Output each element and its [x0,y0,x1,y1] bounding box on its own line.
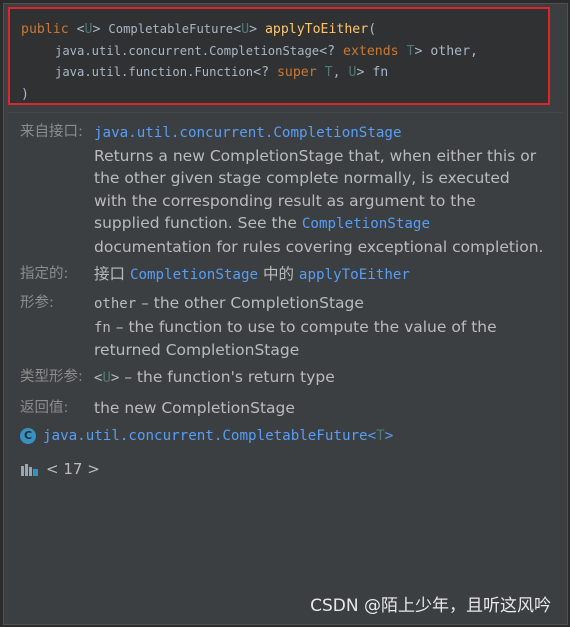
specified-by-label: 指定的: [20,266,69,282]
completionstage-link[interactable]: CompletionStage [302,216,430,232]
returns-value: the new CompletionStage [94,399,295,417]
from-interface-section: 来自接口: java.util.concurrent.CompletionSta… [20,121,543,259]
class-link[interactable]: java.util.concurrent.CompletableFuture [43,428,368,444]
from-interface-label: 来自接口: [20,124,83,140]
returns-section: 返回值: the new CompletionStage [20,397,295,420]
jdk-version-label: < 17 > [46,460,100,478]
param-other: other [94,296,137,312]
params-section: 形参: other – the other CompletionStage fn… [20,292,497,362]
containing-class: C java.util.concurrent.CompletableFuture… [20,428,393,444]
returns-label: 返回值: [20,400,69,416]
specified-interface-link[interactable]: CompletionStage [130,267,258,283]
method-name: applyToEither [264,22,369,37]
jdk-version: < 17 > [20,460,100,478]
type-params-section: 类型形参: <U> – the function's return type [20,366,335,390]
param-fn: fn [94,319,111,336]
public-keyword: public [21,22,69,37]
line-3: java.util.function.Function<? super T, U… [55,65,389,80]
line-1: public <U> CompletableFuture<U> applyToE… [21,22,377,37]
from-interface-link[interactable]: java.util.concurrent.CompletionStage [94,125,402,141]
return-type: CompletableFuture [108,22,234,36]
description: java.util.concurrent.CompletionStage Ret… [94,125,544,256]
params-label: 形参: [20,295,54,311]
specified-method-link[interactable]: applyToEither [299,267,410,283]
method-signature: public <U> CompletableFuture<U> applyToE… [8,7,550,105]
line-4: ) [21,86,29,102]
watermark: CSDN @陌上少年，且听这风吟 [310,596,551,616]
separator [8,112,563,113]
library-icon [21,464,38,476]
type-params-label: 类型形参: [20,369,83,385]
class-icon: C [20,428,36,444]
specified-by-section: 指定的: 接口 CompletionStage 中的 applyToEither [20,263,410,287]
line-2: java.util.concurrent.CompletionStage<? e… [55,43,479,59]
documentation-popup: public <U> CompletableFuture<U> applyToE… [3,3,568,625]
